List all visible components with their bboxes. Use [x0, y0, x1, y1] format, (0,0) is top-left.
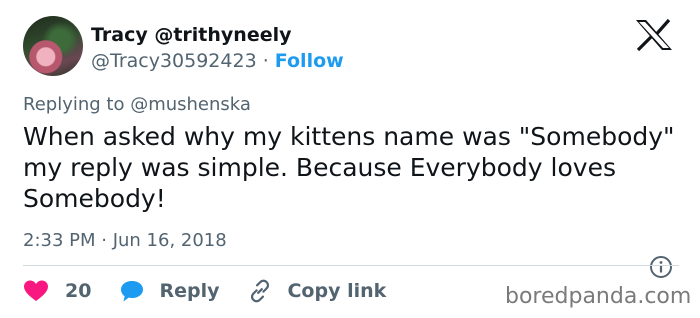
divider [23, 265, 679, 266]
like-button[interactable]: 20 [23, 278, 91, 304]
link-icon [251, 279, 270, 303]
reply-label: Reply [159, 280, 220, 302]
tweet-text: When asked why my kittens name was "Some… [23, 122, 675, 213]
heart-icon [24, 280, 48, 301]
like-count: 20 [65, 280, 92, 302]
handle-separator: · [256, 50, 275, 72]
tweet-card: Tracy @trithyneely @Tracy30592423 · Foll… [0, 0, 700, 318]
follow-button[interactable]: Follow [275, 50, 344, 72]
reply-button[interactable]: Reply [119, 278, 219, 304]
avatar[interactable] [23, 16, 83, 76]
action-bar: 20 Reply Copy link [23, 277, 414, 305]
copy-link-button[interactable]: Copy link [247, 278, 386, 304]
speech-bubble-icon [121, 281, 144, 302]
author-display-name[interactable]: Tracy @trithyneely [91, 24, 291, 46]
author-handle-line: @Tracy30592423 · Follow [91, 50, 344, 72]
tweet-timestamp[interactable]: 2:33 PM · Jun 16, 2018 [23, 230, 227, 251]
info-icon[interactable] [649, 255, 673, 279]
replying-to-label[interactable]: Replying to @mushenska [23, 94, 251, 115]
x-logo-icon[interactable] [634, 18, 674, 52]
copy-link-label: Copy link [287, 280, 387, 302]
watermark: boredpanda.com [505, 284, 692, 309]
author-handle[interactable]: @Tracy30592423 [91, 50, 257, 72]
